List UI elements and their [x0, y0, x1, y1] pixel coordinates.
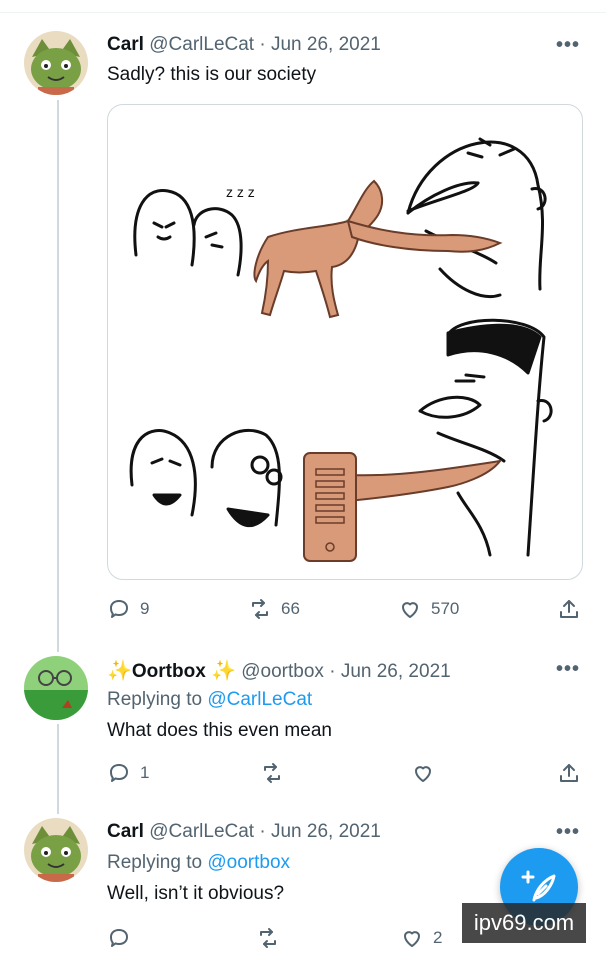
- mention-link[interactable]: @oortbox: [207, 852, 290, 873]
- retweet-button[interactable]: 66: [248, 597, 300, 621]
- tweet-date[interactable]: · Jun 26, 2021: [259, 821, 380, 842]
- share-icon: [560, 764, 578, 782]
- reply-button[interactable]: 1: [107, 761, 149, 785]
- more-options-button[interactable]: •••: [556, 34, 580, 57]
- author-name[interactable]: Carl: [107, 34, 144, 55]
- author-handle[interactable]: @oortbox: [241, 661, 324, 682]
- replying-to: Replying to @CarlLeCat: [107, 689, 312, 711]
- watermark: ipv69.com: [462, 903, 586, 943]
- like-icon: [415, 766, 431, 782]
- thread-connector: [57, 724, 59, 814]
- more-options-button[interactable]: •••: [556, 658, 580, 681]
- like-button[interactable]: 2: [400, 926, 442, 950]
- tweet-text: Sadly? this is our society: [107, 64, 317, 85]
- reply-button[interactable]: 9: [107, 597, 149, 621]
- reply-icon: [110, 929, 128, 947]
- like-button[interactable]: 570: [398, 597, 459, 621]
- reply-button[interactable]: [107, 926, 131, 950]
- tweet-text: Well, isn’t it obvious?: [107, 883, 285, 904]
- retweet-icon: [260, 928, 276, 948]
- replying-to: Replying to @oortbox: [107, 852, 290, 874]
- author-handle[interactable]: @CarlLeCat: [149, 34, 254, 55]
- retweet-button[interactable]: [256, 926, 280, 950]
- tweet-text: What does this even mean: [107, 720, 332, 741]
- tweet-date[interactable]: · Jun 26, 2021: [329, 661, 450, 682]
- like-icon: [402, 602, 418, 618]
- share-icon: [560, 600, 578, 618]
- author-name[interactable]: Carl: [107, 821, 144, 842]
- retweet-count: 66: [281, 599, 300, 618]
- author-name[interactable]: Oortbox: [132, 661, 206, 682]
- reply-count: 1: [140, 763, 150, 782]
- avatar[interactable]: [24, 31, 88, 95]
- reply-count: 9: [140, 599, 150, 618]
- more-options-button[interactable]: •••: [556, 821, 580, 844]
- mention-link[interactable]: @CarlLeCat: [207, 689, 312, 710]
- share-button[interactable]: [557, 761, 581, 785]
- sparkle-icon: ✨: [107, 660, 132, 682]
- thread-connector: [57, 100, 59, 652]
- tweet-header: Carl @CarlLeCat · Jun 26, 2021: [107, 821, 381, 843]
- sparkle-icon: ✨: [211, 660, 236, 682]
- like-count: 570: [431, 599, 460, 618]
- replying-prefix: Replying to: [107, 689, 203, 710]
- like-button[interactable]: [411, 761, 435, 785]
- tweet-header: ✨Oortbox ✨ @oortbox · Jun 26, 2021: [107, 658, 451, 683]
- tweet-date[interactable]: · Jun 26, 2021: [259, 34, 380, 55]
- cartoon-illustration: z z z: [129, 137, 553, 562]
- avatar[interactable]: [24, 818, 88, 882]
- svg-text:z z z: z z z: [226, 184, 255, 200]
- retweet-icon: [252, 599, 268, 619]
- share-button[interactable]: [557, 597, 581, 621]
- avatar[interactable]: [24, 656, 88, 720]
- compose-icon: [521, 870, 556, 902]
- replying-prefix: Replying to: [107, 852, 203, 873]
- tweet-image[interactable]: z z z: [107, 104, 583, 580]
- like-icon: [404, 931, 420, 947]
- retweet-button[interactable]: [260, 761, 284, 785]
- retweet-icon: [264, 763, 280, 783]
- like-count: 2: [433, 928, 443, 947]
- reply-icon: [110, 764, 128, 782]
- top-divider: [0, 12, 606, 13]
- author-handle[interactable]: @CarlLeCat: [149, 821, 254, 842]
- reply-icon: [110, 600, 128, 618]
- tweet-header: Carl @CarlLeCat · Jun 26, 2021: [107, 34, 381, 56]
